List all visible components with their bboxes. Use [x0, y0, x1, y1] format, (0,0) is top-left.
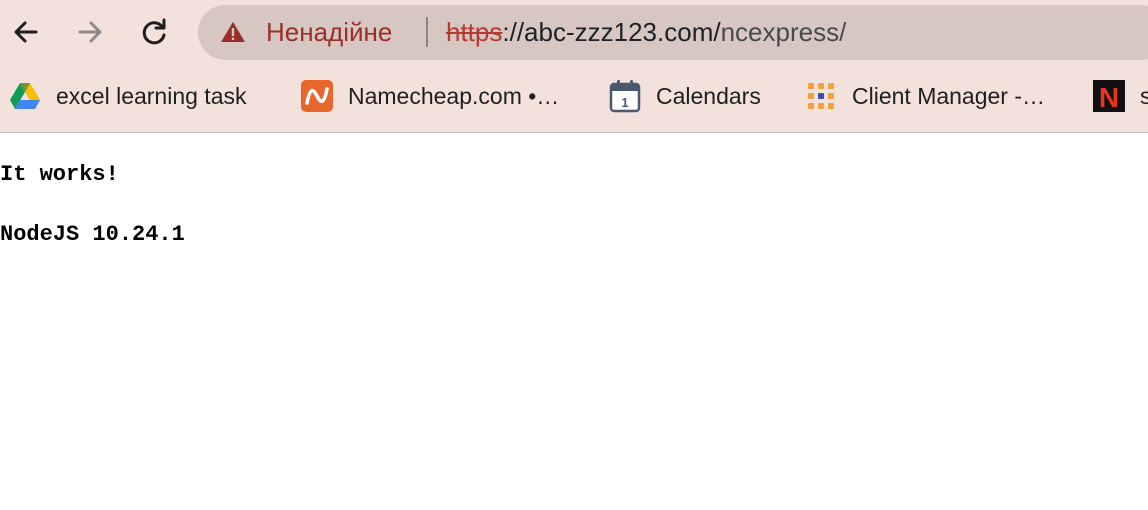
netflix-n-icon: N — [1092, 79, 1126, 113]
status-message: It works! — [0, 162, 119, 187]
bookmark-label: s — [1140, 83, 1148, 109]
grid-dots-icon — [804, 79, 838, 113]
url-host: ://abc-zzz123.com/ — [502, 17, 721, 47]
bookmark-client-manager[interactable]: Client Manager -… — [804, 76, 1045, 116]
page-content: It works! NodeJS 10.24.1 — [0, 160, 185, 250]
browser-toolbar: Ненадійне https://abc-zzz123.com/ncexpre… — [0, 0, 1148, 132]
security-status-label[interactable]: Ненадійне — [266, 17, 392, 47]
bookmark-calendars[interactable]: 1 Calendars — [608, 76, 761, 116]
toolbar-divider — [0, 132, 1148, 133]
url-path: ncexpress/ — [720, 17, 847, 47]
url-scheme: https — [446, 17, 503, 47]
bookmark-namecheap[interactable]: Namecheap.com •… — [300, 76, 559, 116]
bookmark-n[interactable]: N s — [1092, 76, 1148, 116]
arrow-left-icon — [14, 21, 38, 43]
bookmark-excel-learning-task[interactable]: excel learning task — [8, 76, 247, 116]
arrow-right-icon — [78, 21, 102, 43]
bookmark-label: excel learning task — [56, 83, 247, 109]
reload-button[interactable] — [134, 12, 174, 52]
node-version: NodeJS 10.24.1 — [0, 222, 185, 247]
bookmark-label: Namecheap.com •… — [348, 83, 560, 109]
bookmark-label: Calendars — [656, 83, 761, 109]
reload-icon — [142, 18, 166, 45]
bookmarks-bar: excel learning task Namecheap.com •… 1 C… — [0, 76, 1148, 116]
calendar-day: 1 — [621, 95, 628, 110]
netflix-letter: N — [1099, 82, 1119, 112]
bookmark-label: Client Manager -… — [852, 83, 1046, 109]
url-text[interactable]: https://abc-zzz123.com/ncexpress/ — [446, 17, 846, 47]
namecheap-icon — [300, 79, 334, 113]
calendar-icon: 1 — [608, 79, 642, 113]
google-drive-icon — [8, 79, 42, 113]
address-separator — [426, 17, 428, 47]
back-button[interactable] — [6, 12, 46, 52]
address-bar[interactable]: Ненадійне https://abc-zzz123.com/ncexpre… — [198, 5, 1148, 60]
warning-icon — [221, 22, 245, 42]
forward-button[interactable] — [70, 12, 110, 52]
